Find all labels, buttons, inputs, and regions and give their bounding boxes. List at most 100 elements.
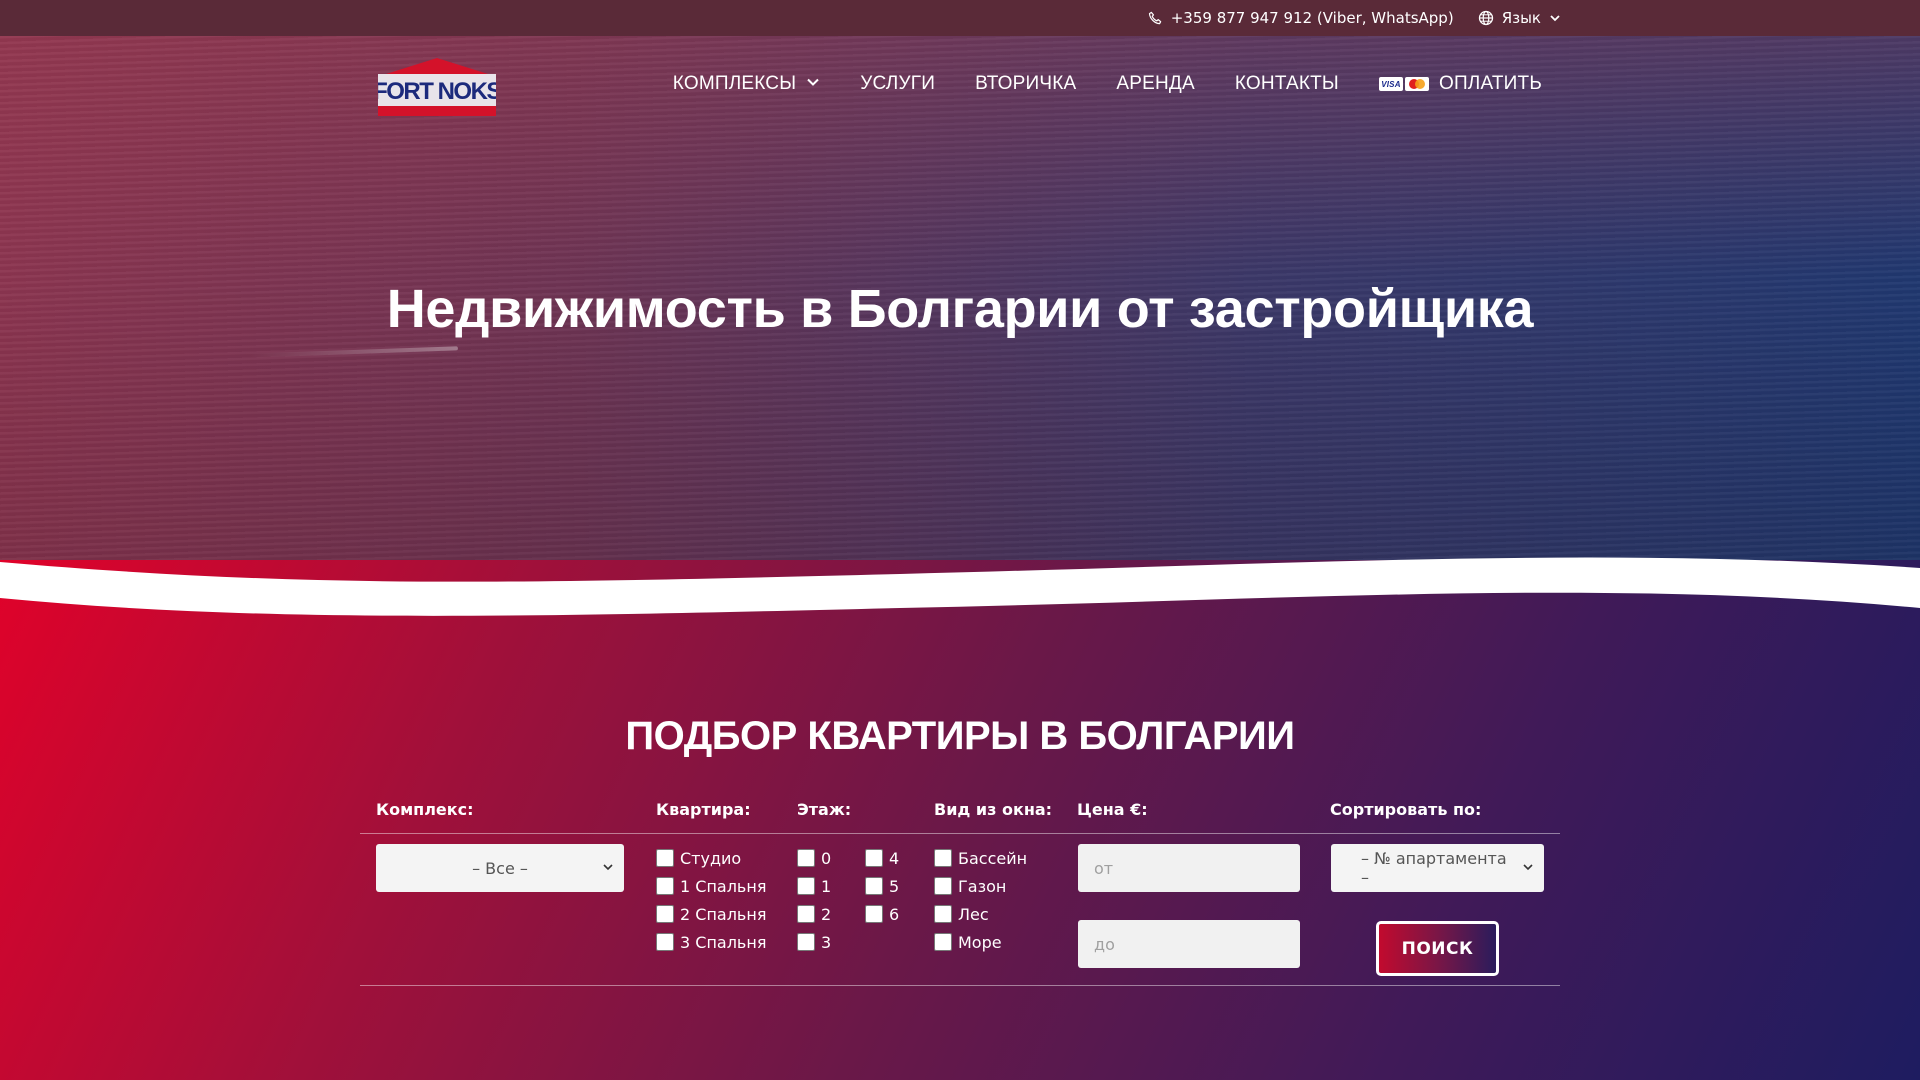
floor-checkbox-6[interactable]: 6 <box>865 900 899 928</box>
floor-checkboxes-col2: 4 5 6 <box>865 844 899 928</box>
phone-icon <box>1148 11 1163 26</box>
complex-select[interactable]: – Все – <box>376 844 624 892</box>
checkbox-label: Газон <box>958 876 1007 896</box>
checkbox[interactable] <box>865 849 883 867</box>
sort-select[interactable]: – № апартамента – <box>1331 844 1544 892</box>
checkbox-label: 1 Спальня <box>680 876 767 896</box>
checkbox[interactable] <box>656 905 674 923</box>
nav-label: КОМПЛЕКСЫ <box>672 73 797 94</box>
label-view: Вид из окна: <box>934 800 1053 819</box>
checkbox-label: 3 <box>821 932 832 952</box>
nav-item-rent[interactable]: АРЕНДА <box>1116 73 1194 95</box>
chevron-down-icon <box>1523 864 1533 871</box>
nav-label: ВТОРИЧКА <box>975 73 1077 94</box>
section-wave-divider <box>0 557 1920 616</box>
search-button[interactable]: ПОИСК <box>1376 921 1499 976</box>
apartment-checkbox-studio[interactable]: Студио <box>656 844 766 872</box>
nav-label: АРЕНДА <box>1116 73 1195 94</box>
window-view-checkboxes: Бассейн Газон Лес Море <box>934 844 1027 956</box>
floor-checkbox-2[interactable]: 2 <box>797 900 831 928</box>
sort-select-value: – № апартамента – <box>1361 849 1507 887</box>
apartment-filter-form: Комплекс: Квартира: Этаж: Вид из окна: Ц… <box>360 790 1560 986</box>
language-label: Язык <box>1501 9 1541 27</box>
checkbox[interactable] <box>656 877 674 895</box>
checkbox-label: 2 Спальня <box>680 904 767 924</box>
label-complex: Комплекс: <box>376 800 474 819</box>
checkbox[interactable] <box>797 877 815 895</box>
checkbox-label: 6 <box>889 904 900 924</box>
nav-item-contacts[interactable]: КОНТАКТЫ <box>1235 73 1339 95</box>
nav-label: УСЛУГИ <box>860 73 936 94</box>
filter-controls-row: – Все – Студио 1 Спальня 2 Спальня 3 Спа… <box>360 834 1560 986</box>
checkbox[interactable] <box>797 849 815 867</box>
label-sort: Сортировать по: <box>1330 800 1482 819</box>
view-checkbox-lawn[interactable]: Газон <box>934 872 1027 900</box>
main-header: FORT NOKS КОМПЛЕКСЫ УСЛУГИ ВТОРИЧКА АРЕН… <box>0 36 1920 132</box>
view-checkbox-sea[interactable]: Море <box>934 928 1027 956</box>
price-to-placeholder: до <box>1094 934 1115 954</box>
checkbox-label: 1 <box>821 876 832 896</box>
svg-text:FORT NOKS: FORT NOKS <box>378 78 496 105</box>
checkbox-label: 4 <box>889 848 900 868</box>
floor-checkbox-5[interactable]: 5 <box>865 872 899 900</box>
checkbox-label: 2 <box>821 904 832 924</box>
nav-item-complexes[interactable]: КОМПЛЕКСЫ <box>673 73 820 95</box>
chevron-down-icon <box>806 73 820 95</box>
nav-item-resale[interactable]: ВТОРИЧКА <box>975 73 1076 95</box>
hero-title: Недвижимость в Болгарии от застройщика <box>386 279 1534 339</box>
floor-checkbox-1[interactable]: 1 <box>797 872 831 900</box>
chevron-down-icon <box>1549 12 1561 24</box>
apartment-checkbox-2-bedroom[interactable]: 2 Спальня <box>656 900 766 928</box>
top-bar: +359 877 947 912 (Viber, WhatsApp) Язык <box>0 0 1920 36</box>
checkbox[interactable] <box>934 849 952 867</box>
nav-label: ОПЛАТИТЬ <box>1438 73 1542 94</box>
checkbox[interactable] <box>797 933 815 951</box>
checkbox[interactable] <box>865 877 883 895</box>
checkbox[interactable] <box>934 877 952 895</box>
checkbox-label: 5 <box>889 876 900 896</box>
label-apartment: Квартира: <box>656 800 751 819</box>
search-section-title: ПОДБОР КВАРТИРЫ В БОЛГАРИИ <box>625 714 1295 758</box>
price-from-input[interactable]: от <box>1078 844 1300 892</box>
phone-contact[interactable]: +359 877 947 912 (Viber, WhatsApp) <box>1148 9 1454 27</box>
chevron-down-icon <box>603 864 613 871</box>
label-price: Цена €: <box>1077 800 1148 819</box>
complex-select-value: – Все – <box>472 858 528 878</box>
floor-checkboxes-col1: 0 1 2 3 <box>797 844 831 956</box>
nav-label: КОНТАКТЫ <box>1234 73 1339 94</box>
checkbox[interactable] <box>865 905 883 923</box>
language-selector[interactable]: Язык <box>1478 9 1561 27</box>
nav-item-services[interactable]: УСЛУГИ <box>860 73 935 95</box>
apartment-checkbox-3-bedroom[interactable]: 3 Спальня <box>656 928 766 956</box>
checkbox[interactable] <box>934 933 952 951</box>
visa-card-icon: VISA <box>1378 77 1403 91</box>
filter-labels-row: Комплекс: Квартира: Этаж: Вид из окна: Ц… <box>360 790 1560 834</box>
globe-icon <box>1478 10 1494 26</box>
checkbox-label: Лес <box>958 904 989 924</box>
checkbox[interactable] <box>797 905 815 923</box>
checkbox-label: 0 <box>821 848 832 868</box>
checkbox[interactable] <box>656 849 674 867</box>
floor-checkbox-0[interactable]: 0 <box>797 844 831 872</box>
label-floor: Этаж: <box>797 800 852 819</box>
main-nav: КОМПЛЕКСЫ УСЛУГИ ВТОРИЧКА АРЕНДА КОНТАКТ… <box>673 36 1542 132</box>
checkbox-label: Море <box>958 932 1002 952</box>
apartment-type-checkboxes: Студио 1 Спальня 2 Спальня 3 Спальня <box>656 844 766 956</box>
checkbox[interactable] <box>934 905 952 923</box>
checkbox-label: Бассейн <box>958 848 1028 868</box>
floor-checkbox-3[interactable]: 3 <box>797 928 831 956</box>
checkbox-label: Студио <box>680 848 742 868</box>
price-to-input[interactable]: до <box>1078 920 1300 968</box>
checkbox[interactable] <box>656 933 674 951</box>
apartment-checkbox-1-bedroom[interactable]: 1 Спальня <box>656 872 766 900</box>
view-checkbox-forest[interactable]: Лес <box>934 900 1027 928</box>
price-from-placeholder: от <box>1094 858 1114 878</box>
floor-checkbox-4[interactable]: 4 <box>865 844 899 872</box>
mastercard-icon <box>1404 77 1429 91</box>
checkbox-label: 3 Спальня <box>680 932 767 952</box>
nav-item-pay[interactable]: VISA ОПЛАТИТЬ <box>1378 73 1542 95</box>
payment-cards: VISA <box>1378 77 1429 91</box>
fort-noks-logo[interactable]: FORT NOKS <box>378 58 496 116</box>
phone-number: +359 877 947 912 (Viber, WhatsApp) <box>1170 9 1454 27</box>
view-checkbox-pool[interactable]: Бассейн <box>934 844 1027 872</box>
